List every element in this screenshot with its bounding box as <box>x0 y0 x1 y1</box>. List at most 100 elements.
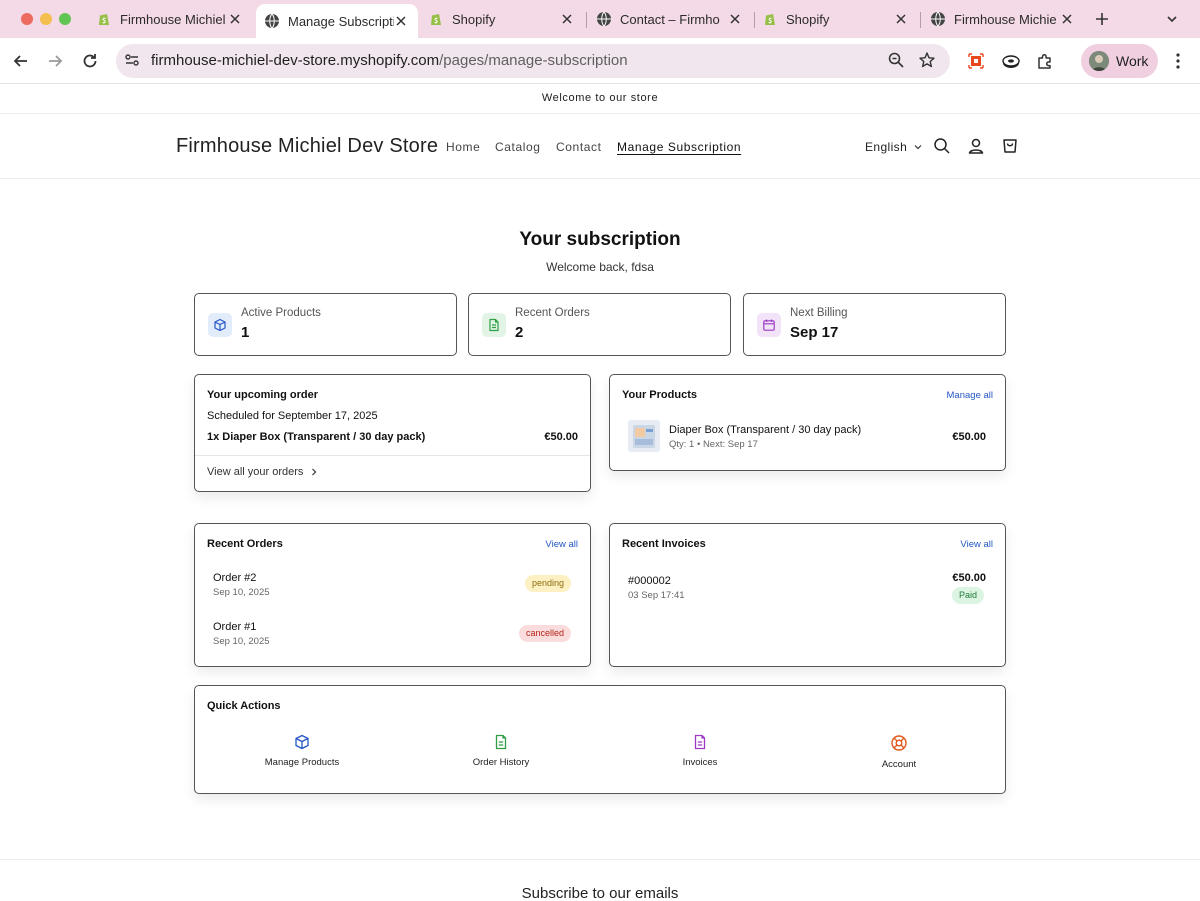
view-all-invoices-link[interactable]: View all <box>960 539 993 550</box>
tab-title: Shopify <box>786 11 830 27</box>
close-tab-icon[interactable] <box>728 12 742 26</box>
stat-label: Next Billing <box>790 307 848 319</box>
browser-tab-1[interactable]: Firmhouse Michiel <box>92 0 252 38</box>
calendar-icon <box>763 319 775 331</box>
stat-value: Sep 17 <box>790 324 839 341</box>
document-icon <box>694 734 706 750</box>
nav-manage-subscription[interactable]: Manage Subscription <box>617 140 741 154</box>
profile-button[interactable]: Work <box>1081 44 1158 78</box>
tab-separator <box>920 12 921 28</box>
box-icon <box>295 734 309 750</box>
stat-value: 1 <box>241 324 250 341</box>
bookmark-star-icon[interactable] <box>918 51 936 69</box>
cart-icon[interactable] <box>1000 136 1020 156</box>
box-icon <box>214 318 226 332</box>
status-badge: cancelled <box>518 625 571 642</box>
stat-value: 2 <box>515 324 524 341</box>
forward-arrow-icon[interactable] <box>45 51 65 71</box>
tab-title: Manage Subscripti <box>288 13 394 29</box>
quick-action-invoices[interactable]: Invoices <box>620 734 780 768</box>
browser-tab-bar: Firmhouse Michiel Manage Subscripti Shop… <box>0 0 1200 38</box>
document-icon <box>489 318 499 332</box>
quick-action-order-history[interactable]: Order History <box>421 734 581 768</box>
order-name: Order #2 <box>213 572 257 584</box>
quick-action-label: Manage Products <box>264 757 340 768</box>
status-badge: Paid <box>951 587 984 604</box>
close-tab-icon[interactable] <box>560 12 574 26</box>
browser-toolbar: firmhouse-michiel-dev-store.myshopify.co… <box>0 38 1200 84</box>
search-icon[interactable] <box>932 136 952 156</box>
url-host: firmhouse-michiel-dev-store.myshopify.co… <box>151 52 440 69</box>
url-path: /pages/manage-subscription <box>439 52 628 69</box>
invoice-amount: €50.00 <box>952 572 986 584</box>
nav-contact[interactable]: Contact <box>556 140 602 154</box>
store-logo[interactable]: Firmhouse Michiel Dev Store <box>176 135 438 158</box>
browser-tab-2-active[interactable]: Manage Subscripti <box>256 4 418 38</box>
minimize-window-button[interactable] <box>40 13 52 25</box>
card-title: Quick Actions <box>207 700 281 712</box>
product-meta: Qty: 1 • Next: Sep 17 <box>669 439 758 450</box>
shopify-icon <box>99 14 109 25</box>
close-window-button[interactable] <box>21 13 33 25</box>
announcement-bar: Welcome to our store <box>0 84 1200 114</box>
scheduled-date: Scheduled for September 17, 2025 <box>207 410 378 422</box>
close-tab-icon[interactable] <box>394 14 408 28</box>
upcoming-price: €50.00 <box>544 431 578 443</box>
maximize-window-button[interactable] <box>59 13 71 25</box>
close-tab-icon[interactable] <box>1060 12 1074 26</box>
quick-actions-card: Quick Actions Manage Products Order Hist… <box>194 685 1006 794</box>
view-all-orders-link[interactable]: View all <box>545 539 578 550</box>
language-selector[interactable]: English <box>865 140 924 154</box>
shopify-icon <box>431 14 441 25</box>
nav-home[interactable]: Home <box>446 140 480 154</box>
page-title: Your subscription <box>519 229 681 250</box>
zoom-icon[interactable] <box>887 51 905 69</box>
tab-search-chevron-icon[interactable] <box>1164 11 1180 27</box>
tab-title: Contact – Firmho <box>620 11 720 27</box>
browser-tab-3[interactable]: Shopify <box>424 0 584 38</box>
manage-all-link[interactable]: Manage all <box>947 390 993 401</box>
browser-tab-6[interactable]: Firmhouse Michie <box>926 0 1084 38</box>
account-icon[interactable] <box>966 136 986 156</box>
store-header: Firmhouse Michiel Dev Store Home Catalog… <box>0 114 1200 179</box>
url-text[interactable]: firmhouse-michiel-dev-store.myshopify.co… <box>151 52 628 69</box>
upcoming-item: 1x Diaper Box (Transparent / 30 day pack… <box>207 431 426 443</box>
quick-action-manage-products[interactable]: Manage Products <box>222 734 382 768</box>
product-name: Diaper Box (Transparent / 30 day pack) <box>669 424 862 436</box>
welcome-message: Welcome back, fdsa <box>546 260 654 274</box>
card-title: Recent Orders <box>207 538 283 550</box>
stat-card-active-products: Active Products 1 <box>194 293 457 356</box>
extension-disk-icon[interactable] <box>1001 51 1021 71</box>
close-tab-icon[interactable] <box>894 12 908 26</box>
browser-tab-4[interactable]: Contact – Firmho <box>592 0 752 38</box>
new-tab-icon[interactable] <box>1094 11 1110 27</box>
browser-menu-icon[interactable] <box>1168 51 1188 71</box>
stat-label: Active Products <box>241 307 321 319</box>
address-bar[interactable]: firmhouse-michiel-dev-store.myshopify.co… <box>116 44 950 78</box>
stat-card-recent-orders: Recent Orders 2 <box>468 293 731 356</box>
back-arrow-icon[interactable] <box>11 51 31 71</box>
globe-icon <box>931 11 945 27</box>
language-label: English <box>865 140 908 154</box>
status-badge: pending <box>524 575 571 592</box>
upcoming-order-card: Your upcoming order Scheduled for Septem… <box>194 374 591 492</box>
link-label: View all your orders <box>207 466 304 478</box>
site-settings-icon[interactable] <box>123 51 141 69</box>
reload-icon[interactable] <box>80 51 100 71</box>
close-tab-icon[interactable] <box>228 12 242 26</box>
quick-action-account[interactable]: Account <box>819 734 979 770</box>
extension-capture-icon[interactable] <box>966 51 986 71</box>
product-price: €50.00 <box>952 431 986 443</box>
browser-tab-5[interactable]: Shopify <box>758 0 918 38</box>
document-icon <box>495 734 507 750</box>
stat-icon-bg <box>208 313 232 337</box>
tab-separator <box>754 12 755 28</box>
card-title: Your Products <box>622 389 697 401</box>
chevron-right-icon <box>312 468 317 476</box>
extensions-puzzle-icon[interactable] <box>1035 51 1055 71</box>
nav-catalog[interactable]: Catalog <box>495 140 541 154</box>
view-all-orders-link[interactable]: View all your orders <box>207 466 319 478</box>
invoice-date: 03 Sep 17:41 <box>628 590 685 601</box>
card-title: Recent Invoices <box>622 538 706 550</box>
tab-title: Shopify <box>452 11 496 27</box>
